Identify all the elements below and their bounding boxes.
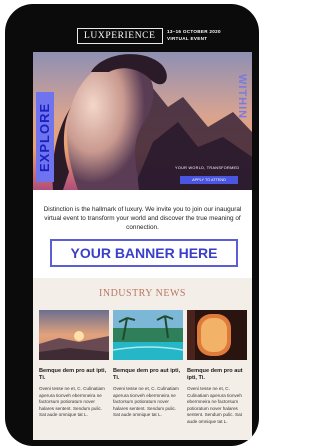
news-image-window[interactable] bbox=[187, 310, 247, 360]
news-image-resort[interactable] bbox=[113, 310, 183, 360]
resort-photo bbox=[113, 310, 183, 360]
news-image-sunset[interactable] bbox=[39, 310, 109, 360]
news-title-1[interactable]: Bemque dem pro aut ipti, Ti. bbox=[39, 368, 109, 382]
hero-tagline: YOUR WORLD, TRANSFORMED bbox=[175, 166, 240, 170]
email-header: LUXPERIENCE 13–16 OCTOBER 2020 VIRTUAL E… bbox=[33, 22, 252, 52]
news-card[interactable]: Bemque dem pro aut ipti, Ti. Oveni tesse… bbox=[39, 310, 109, 419]
sunset-photo bbox=[39, 310, 109, 360]
news-body-2: Oveni tesse ne et, C. Culinatiam aperura… bbox=[113, 386, 179, 418]
news-section: INDUSTRY NEWS Bemque dem pro aut ipti, T… bbox=[33, 278, 252, 440]
news-title-3[interactable]: Bemque dem pro aut ipti, Ti. bbox=[187, 368, 247, 382]
hero-image[interactable]: EXPLORE WITHIN YOUR WORLD, TRANSFORMED A… bbox=[33, 52, 252, 190]
news-card[interactable]: Bemque dem pro aut ipti, Ti. Oveni tesse… bbox=[187, 310, 247, 426]
news-body-3: Oveni tesse ne et, C. Culinatiam aperura… bbox=[187, 386, 242, 424]
apply-button[interactable]: APPLY TO ATTEND bbox=[180, 176, 238, 184]
news-body-1: Oveni tesse ne et, C. Culinatiam aperura… bbox=[39, 386, 105, 418]
within-vertical-text: WITHIN bbox=[236, 74, 248, 120]
news-card[interactable]: Bemque dem pro aut ipti, Ti. Oveni tesse… bbox=[113, 310, 183, 419]
event-type: VIRTUAL EVENT bbox=[167, 36, 208, 41]
phone-frame: LUXPERIENCE 13–16 OCTOBER 2020 VIRTUAL E… bbox=[5, 4, 259, 446]
event-dates: 13–16 OCTOBER 2020 bbox=[167, 29, 221, 34]
intro-text: Distinction is the hallmark of luxury. W… bbox=[43, 206, 242, 231]
window-photo bbox=[187, 310, 247, 360]
brand-logo[interactable]: LUXPERIENCE bbox=[77, 28, 163, 44]
banner-placeholder[interactable]: YOUR BANNER HERE bbox=[50, 239, 238, 267]
email-screen: LUXPERIENCE 13–16 OCTOBER 2020 VIRTUAL E… bbox=[33, 22, 252, 440]
event-info: 13–16 OCTOBER 2020 VIRTUAL EVENT bbox=[167, 28, 221, 42]
news-title: INDUSTRY NEWS bbox=[99, 288, 186, 299]
explore-vertical-text: EXPLORE bbox=[36, 92, 54, 182]
news-title-2[interactable]: Bemque dem pro aut ipti, Ti. bbox=[113, 368, 183, 382]
